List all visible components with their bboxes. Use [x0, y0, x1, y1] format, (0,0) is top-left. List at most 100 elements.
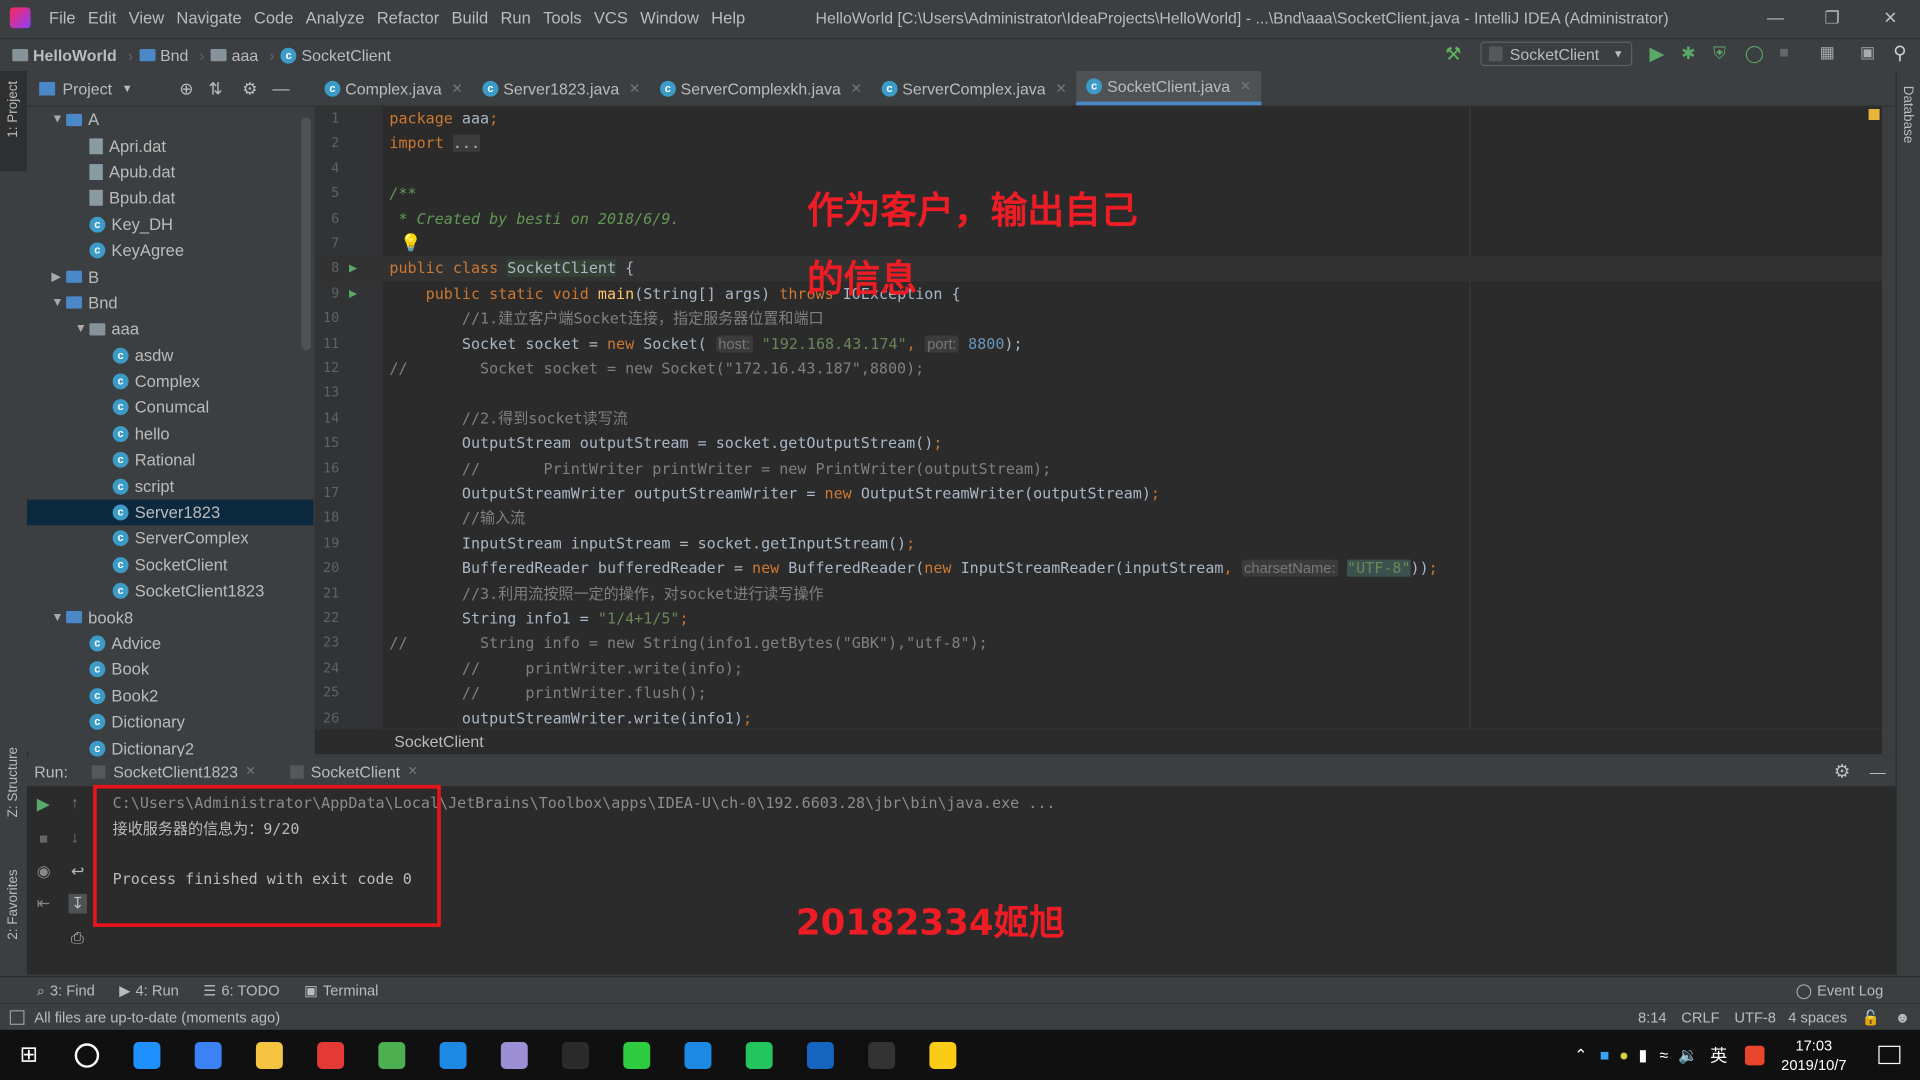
warning-marker-icon[interactable]: [1868, 108, 1880, 121]
clock[interactable]: 17:03 2019/10/7: [1781, 1035, 1846, 1074]
code-line[interactable]: 2 import ...: [315, 131, 1882, 156]
project-tool-tab[interactable]: 1: Project: [0, 71, 27, 172]
code-line[interactable]: 19 InputStream inputStream = socket.getI…: [315, 531, 1882, 556]
taskbar-app-icon[interactable]: [623, 1041, 651, 1069]
lock-icon[interactable]: 🔓: [1862, 1009, 1880, 1026]
taskbar-app-icon[interactable]: [439, 1041, 467, 1069]
tree-item[interactable]: c Advice: [27, 630, 314, 656]
structure-tab[interactable]: Z: Structure: [6, 747, 21, 817]
close-button[interactable]: ✕: [1883, 7, 1897, 28]
stop-icon[interactable]: ■: [1779, 43, 1789, 61]
tree-item[interactable]: c SocketClient1823: [27, 578, 314, 604]
favorites-tab[interactable]: 2: Favorites: [6, 869, 21, 939]
gear-icon[interactable]: ⚙: [242, 78, 257, 99]
tree-item[interactable]: Bpub.dat: [27, 185, 314, 211]
code-line[interactable]: 1 package aaa;: [315, 107, 1882, 132]
tree-item[interactable]: Apub.dat: [27, 159, 314, 185]
tree-item[interactable]: c Conumcal: [27, 395, 314, 421]
code-line[interactable]: 17 OutputStreamWriter outputStreamWriter…: [315, 481, 1882, 506]
tab-server1823-java[interactable]: c Server1823.java ✕: [473, 71, 650, 105]
collapsed-arrow-icon[interactable]: ▶: [51, 270, 66, 283]
code-line[interactable]: 12 // Socket socket = new Socket("172.16.…: [315, 356, 1882, 381]
code-line[interactable]: 16 // PrintWriter printWriter = new Prin…: [315, 456, 1882, 481]
toolwindow-run[interactable]: ▶ 4: Run: [119, 982, 179, 999]
code-line[interactable]: 24 // printWriter.write(info);: [315, 656, 1882, 681]
tree-item[interactable]: c Server1823: [26, 499, 314, 526]
line-separator[interactable]: CRLF: [1681, 1009, 1719, 1026]
sogou-ime-icon[interactable]: [1744, 1045, 1765, 1065]
menu-edit[interactable]: Edit: [88, 9, 116, 27]
camera-icon[interactable]: ◉: [37, 862, 51, 882]
stop-icon[interactable]: ■: [39, 830, 48, 847]
code-line[interactable]: 25 // printWriter.flush();: [315, 681, 1882, 706]
tree-item[interactable]: ▼ Bnd: [27, 290, 314, 316]
crumb-aaa[interactable]: aaa: [210, 46, 258, 64]
editor-breadcrumb-item[interactable]: SocketClient: [394, 732, 483, 750]
chevron-down-icon[interactable]: ▼: [122, 82, 133, 94]
debug-bug-icon[interactable]: ✱: [1681, 43, 1695, 64]
tree-item[interactable]: c script: [27, 473, 314, 499]
restore-layout-icon[interactable]: ⇤: [37, 894, 50, 914]
taskbar-app-icon[interactable]: [317, 1041, 345, 1069]
code-line[interactable]: 11 Socket socket = new Socket( host: "19…: [315, 331, 1882, 356]
rerun-icon[interactable]: ▶: [37, 793, 50, 814]
code-line[interactable]: 23 // String info = new String(info1.getB…: [315, 631, 1882, 656]
tree-item[interactable]: ▶ B: [27, 264, 314, 290]
menu-view[interactable]: View: [129, 9, 165, 27]
tree-item[interactable]: c ServerComplex: [27, 526, 314, 552]
hide-icon[interactable]: —: [1870, 762, 1886, 780]
tray-app-icon[interactable]: ■: [1600, 1046, 1610, 1064]
tab-socketclient-java[interactable]: c SocketClient.java ✕: [1076, 71, 1262, 106]
menu-analyze[interactable]: Analyze: [306, 9, 365, 27]
code-line[interactable]: 26 outputStreamWriter.write(info1);: [315, 706, 1882, 729]
project-structure-icon[interactable]: ▦: [1820, 43, 1835, 63]
run-tab-socketclient1823[interactable]: SocketClient1823 ✕: [92, 762, 256, 781]
profile-icon[interactable]: ◯: [1745, 43, 1764, 64]
restore-button[interactable]: ❐: [1825, 7, 1840, 28]
taskbar-app-icon[interactable]: [807, 1041, 834, 1069]
tray-360-icon[interactable]: ●: [1619, 1046, 1629, 1064]
run-gutter-icon[interactable]: ▶: [349, 281, 357, 306]
code-line[interactable]: 14 //2.得到socket读写流: [315, 406, 1882, 431]
status-toggle-icon[interactable]: [9, 1010, 25, 1025]
tree-item[interactable]: c SocketClient: [27, 552, 314, 578]
close-tab-icon[interactable]: ✕: [851, 80, 862, 96]
taskbar-app-icon[interactable]: [562, 1041, 590, 1069]
wifi-icon[interactable]: ≈: [1660, 1046, 1669, 1064]
tree-item[interactable]: c asdw: [27, 342, 314, 368]
layout-icon[interactable]: ▣: [1860, 43, 1875, 63]
crumb-project[interactable]: HelloWorld: [12, 46, 117, 64]
taskbar-app-icon[interactable]: [133, 1041, 161, 1069]
taskbar-app-icon[interactable]: [500, 1041, 528, 1069]
volume-icon[interactable]: 🔉: [1678, 1045, 1698, 1065]
tab-servercomplex-java[interactable]: c ServerComplex.java ✕: [872, 71, 1077, 105]
tray-chevron-icon[interactable]: ⌃: [1574, 1045, 1587, 1065]
search-icon[interactable]: ⚲: [1893, 42, 1906, 64]
caret-position[interactable]: 8:14: [1638, 1009, 1667, 1026]
soft-wrap-icon[interactable]: ↩: [71, 862, 84, 882]
code-line[interactable]: 13: [315, 381, 1882, 406]
up-arrow-icon[interactable]: ↑: [71, 793, 79, 811]
expanded-arrow-icon[interactable]: ▼: [51, 113, 66, 126]
close-tab-icon[interactable]: ✕: [1240, 78, 1251, 95]
minimize-button[interactable]: —: [1767, 7, 1784, 27]
locate-icon[interactable]: ⊕: [179, 78, 193, 99]
coverage-icon[interactable]: ⛨: [1713, 43, 1726, 64]
windows-start-icon[interactable]: ⊞: [20, 1042, 38, 1068]
tab-servercomplexkh-java[interactable]: c ServerComplexkh.java ✕: [650, 71, 872, 105]
inspector-icon[interactable]: ☻: [1895, 1009, 1910, 1026]
tree-item[interactable]: Apri.dat: [27, 133, 314, 159]
close-tab-icon[interactable]: ✕: [245, 765, 255, 778]
file-encoding[interactable]: UTF-8: [1734, 1009, 1776, 1026]
menu-tools[interactable]: Tools: [543, 9, 582, 27]
toolwindow-search[interactable]: ⌕ 3: Find: [37, 981, 95, 999]
run-tab-socketclient[interactable]: SocketClient ✕: [289, 762, 418, 781]
code-line[interactable]: 20 BufferedReader bufferedReader = new B…: [315, 556, 1882, 581]
expanded-arrow-icon[interactable]: ▼: [51, 611, 66, 624]
indent-setting[interactable]: 4 spaces: [1788, 1009, 1847, 1026]
taskbar-app-icon[interactable]: [868, 1041, 896, 1069]
run-gutter-icon[interactable]: ▶: [349, 256, 357, 281]
close-tab-icon[interactable]: ✕: [452, 80, 463, 96]
down-arrow-icon[interactable]: ↓: [71, 828, 79, 846]
scroll-to-end-icon[interactable]: ↧: [68, 893, 87, 914]
